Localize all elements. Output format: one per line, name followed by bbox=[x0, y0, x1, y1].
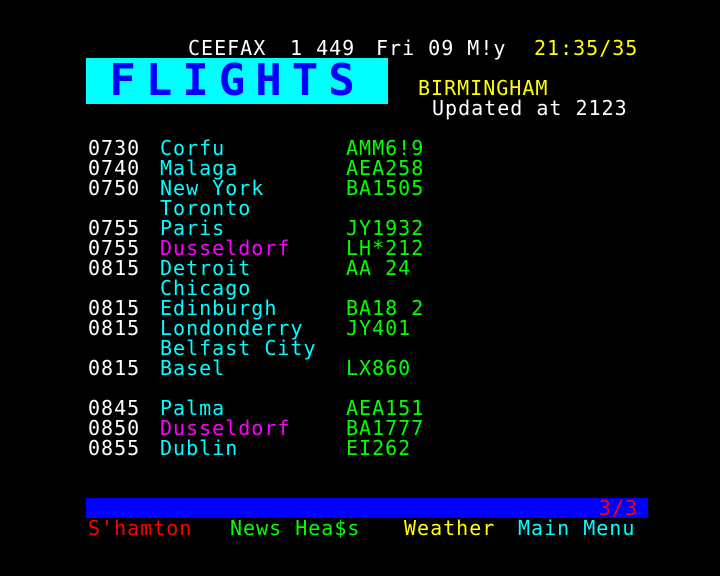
flight-time: 0815 bbox=[88, 296, 141, 320]
updated-time: Updated at 2123 bbox=[432, 96, 628, 120]
flight-time: 0730 bbox=[88, 136, 141, 160]
flight-time: 0815 bbox=[88, 256, 141, 280]
flight-destination: Dusseldorf bbox=[160, 416, 291, 440]
fastext-cyan-link[interactable]: Main Menu bbox=[518, 518, 635, 538]
flight-destination: Paris bbox=[160, 216, 226, 240]
flight-time: 0815 bbox=[88, 356, 141, 380]
flight-number: BA1777 bbox=[346, 416, 425, 440]
flight-destination: Basel bbox=[160, 356, 226, 380]
flight-time: 0855 bbox=[88, 436, 141, 460]
flight-number: JY401 bbox=[346, 316, 412, 340]
clock-display: 21:35/35 bbox=[534, 36, 639, 60]
flight-number: EI262 bbox=[346, 436, 412, 460]
flight-number: BA1505 bbox=[346, 176, 425, 200]
flight-number: JY1932 bbox=[346, 216, 425, 240]
flight-time: 0850 bbox=[88, 416, 141, 440]
flight-destination: New York bbox=[160, 176, 265, 200]
flight-time: 0755 bbox=[88, 216, 141, 240]
flight-time: 0750 bbox=[88, 176, 141, 200]
flight-number: AEA151 bbox=[346, 396, 425, 420]
flight-time: 0845 bbox=[88, 396, 141, 420]
flight-destination: Toronto bbox=[160, 196, 252, 220]
flight-destination: Londonderry bbox=[160, 316, 304, 340]
flight-destination: Palma bbox=[160, 396, 226, 420]
flight-destination: Belfast City bbox=[160, 336, 317, 360]
fastext-green-link[interactable]: News Hea$s bbox=[230, 518, 360, 538]
flight-destination: Corfu bbox=[160, 136, 226, 160]
flight-destination: Dublin bbox=[160, 436, 239, 460]
page-counter: 3/3 bbox=[598, 496, 638, 520]
airport-name: BIRMINGHAM bbox=[418, 76, 549, 100]
flight-destination: Detroit bbox=[160, 256, 252, 280]
fastext-red-link[interactable]: S'hamton bbox=[88, 518, 192, 538]
flight-destination: Edinburgh bbox=[160, 296, 278, 320]
flight-time: 0815 bbox=[88, 316, 141, 340]
flights-logo-text: FLIGHTS bbox=[109, 55, 365, 106]
flights-logo: FLIGHTS bbox=[86, 58, 388, 104]
flight-destination: Chicago bbox=[160, 276, 252, 300]
flight-destination: Malaga bbox=[160, 156, 239, 180]
fastext-yellow-link[interactable]: Weather bbox=[404, 518, 495, 538]
flight-number: AMM6!9 bbox=[346, 136, 425, 160]
status-bar: 3/3 bbox=[86, 498, 648, 518]
teletext-screen: CEEFAX 1 449 Fri 09 M!y 21:35/35 FLIGHTS… bbox=[0, 0, 720, 576]
flight-number: BA18 2 bbox=[346, 296, 425, 320]
flight-number: AEA258 bbox=[346, 156, 425, 180]
date-display: Fri 09 M!y bbox=[376, 36, 507, 60]
flight-destination: Dusseldorf bbox=[160, 236, 291, 260]
flight-time: 0740 bbox=[88, 156, 141, 180]
flight-time: 0755 bbox=[88, 236, 141, 260]
flight-number: AA 24 bbox=[346, 256, 412, 280]
flight-number: LH*212 bbox=[346, 236, 425, 260]
flight-number: LX860 bbox=[346, 356, 412, 380]
